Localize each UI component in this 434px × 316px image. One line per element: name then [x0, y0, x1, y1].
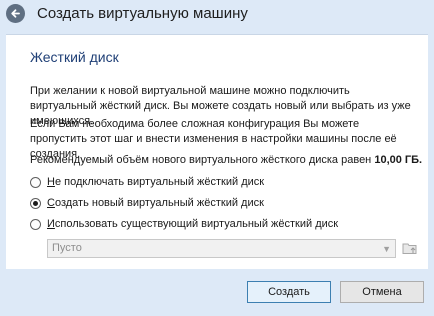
option-label: Не подключать виртуальный жёсткий диск — [47, 176, 265, 188]
option-label: Использовать существующий виртуальный жё… — [47, 218, 339, 230]
recommended-size-text: Рекомендуемый объём нового виртуального … — [30, 153, 422, 168]
recommended-size-value: 10,00 ГБ. — [374, 154, 423, 166]
radio-button[interactable] — [30, 176, 41, 188]
create-button[interactable]: Создать — [247, 281, 331, 303]
option-use-existing-disk[interactable]: Использовать существующий виртуальный жё… — [30, 216, 338, 232]
page-title: Жесткий диск — [30, 49, 119, 65]
option-no-disk[interactable]: Не подключать виртуальный жёсткий диск — [30, 174, 264, 190]
option-label: Создать новый виртуальный жёсткий диск — [47, 197, 264, 209]
select-value: Пусто — [52, 242, 82, 254]
window-title: Создать виртуальную машину — [37, 5, 248, 22]
radio-button[interactable] — [30, 218, 41, 230]
option-create-new-disk[interactable]: Создать новый виртуальный жёсткий диск — [30, 195, 264, 211]
wizard-page: Жесткий диск При желании к новой виртуал… — [6, 34, 428, 269]
choose-disk-file-button[interactable] — [402, 240, 418, 256]
cancel-button[interactable]: Отмена — [340, 281, 424, 303]
back-button[interactable] — [6, 4, 25, 23]
folder-icon — [402, 243, 417, 254]
radio-button[interactable] — [30, 197, 41, 209]
title-bar: Создать виртуальную машину — [0, 0, 434, 36]
dropdown-arrow-icon: ▼ — [382, 244, 391, 254]
recommended-size-label: Рекомендуемый объём нового виртуального … — [30, 154, 372, 166]
arrow-left-icon — [11, 9, 20, 18]
existing-disk-select[interactable]: Пусто ▼ — [47, 239, 396, 258]
